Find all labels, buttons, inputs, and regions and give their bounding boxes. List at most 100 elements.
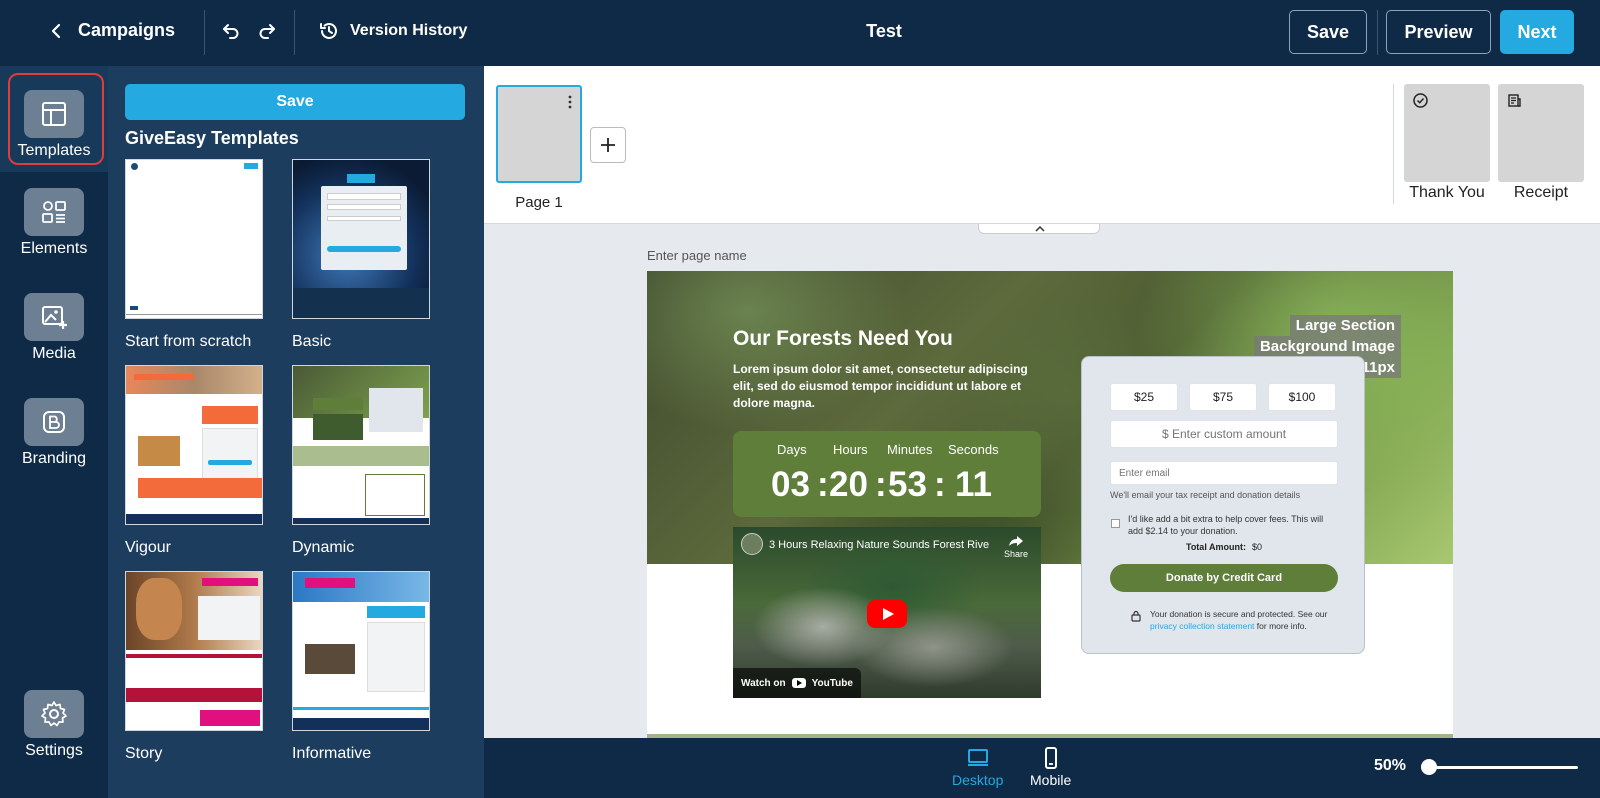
share-label: Share xyxy=(1003,549,1029,559)
template-thumbnail xyxy=(292,159,430,319)
youtube-icon xyxy=(791,678,806,688)
template-card-informative[interactable]: Informative xyxy=(292,571,430,763)
amount-option-25[interactable]: $25 xyxy=(1110,383,1178,411)
countdown-sep: : xyxy=(934,465,946,504)
history-icon xyxy=(320,22,337,39)
editor-canvas: Enter page name Our Forests Need You Lor… xyxy=(484,224,1600,738)
donate-credit-card-button[interactable]: Donate by Credit Card xyxy=(1110,564,1338,592)
video-embed[interactable]: 3 Hours Relaxing Nature Sounds Forest Ri… xyxy=(733,527,1041,698)
rail-item-label: Templates xyxy=(17,142,91,159)
divider xyxy=(294,10,295,55)
countdown-label: Minutes xyxy=(887,442,933,457)
template-name: Dynamic xyxy=(292,539,355,556)
share-button[interactable]: Share xyxy=(1003,535,1029,559)
template-thumbnail xyxy=(125,365,263,525)
template-card-basic[interactable]: Basic xyxy=(292,159,430,351)
elements-icon xyxy=(24,188,84,236)
expand-pages-handle[interactable] xyxy=(978,224,1100,234)
mobile-label: Mobile xyxy=(1030,772,1072,788)
amount-option-75[interactable]: $75 xyxy=(1189,383,1257,411)
top-bar: Campaigns Version History Test Save Prev… xyxy=(0,0,1600,66)
desktop-label: Desktop xyxy=(952,772,1004,788)
countdown-days: 03 xyxy=(771,465,810,504)
zoom-slider-track[interactable] xyxy=(1422,766,1578,769)
countdown-seconds: 11 xyxy=(955,465,992,504)
countdown-label: Days xyxy=(777,442,807,457)
countdown-timer[interactable]: Days Hours Minutes Seconds 03 : 20 : 53 … xyxy=(733,431,1041,517)
desktop-view-button[interactable]: Desktop xyxy=(952,746,1003,788)
thank-you-page-thumbnail[interactable] xyxy=(1404,84,1490,182)
back-to-campaigns[interactable]: Campaigns xyxy=(46,20,175,41)
email-input[interactable] xyxy=(1110,461,1338,485)
badge-line: Large Section xyxy=(1289,315,1401,336)
chevron-up-icon xyxy=(1035,225,1045,232)
share-icon xyxy=(1009,536,1023,546)
channel-avatar xyxy=(741,533,763,555)
play-button[interactable] xyxy=(867,600,907,628)
custom-amount-input[interactable] xyxy=(1110,420,1338,448)
save-button[interactable]: Save xyxy=(1289,10,1367,54)
receipt-icon xyxy=(1508,94,1521,107)
rail-item-media[interactable]: Media xyxy=(0,293,108,363)
redo-icon[interactable] xyxy=(256,20,278,42)
version-history-button[interactable]: Version History xyxy=(318,20,467,42)
template-name: Basic xyxy=(292,333,332,350)
undo-icon[interactable] xyxy=(220,20,242,42)
lock-icon xyxy=(1131,610,1141,622)
badge-line: Background Image xyxy=(1253,336,1401,357)
rail-item-label: Media xyxy=(32,345,76,362)
template-card-vigour[interactable]: Vigour xyxy=(125,365,263,557)
hero-text[interactable]: Lorem ipsum dolor sit amet, consectetur … xyxy=(733,361,1033,412)
bottom-bar: Desktop Mobile 50% xyxy=(484,738,1600,798)
template-card-dynamic[interactable]: Dynamic xyxy=(292,365,430,557)
hero-title[interactable]: Our Forests Need You xyxy=(733,327,953,351)
template-thumbnail xyxy=(125,571,263,731)
template-name: Story xyxy=(125,745,163,762)
branding-icon xyxy=(24,398,84,446)
template-name: Vigour xyxy=(125,539,171,556)
zoom-level: 50% xyxy=(1374,757,1407,774)
watch-on-youtube[interactable]: Watch on YouTube xyxy=(733,668,861,698)
rail-item-label: Settings xyxy=(25,742,83,759)
video-title[interactable]: 3 Hours Relaxing Nature Sounds Forest Ri… xyxy=(769,539,989,551)
receipt-page-thumbnail[interactable] xyxy=(1498,84,1584,182)
countdown-minutes: 53 xyxy=(888,465,927,504)
panel-save-button[interactable]: Save xyxy=(125,84,465,120)
privacy-link[interactable]: privacy collection statement xyxy=(1150,621,1254,631)
zoom-slider-thumb[interactable] xyxy=(1421,759,1437,775)
total-label: Total Amount: xyxy=(1185,542,1246,552)
rail-item-templates[interactable]: Templates xyxy=(0,90,108,160)
rail-item-elements[interactable]: Elements xyxy=(0,188,108,258)
more-vertical-icon[interactable] xyxy=(568,95,572,109)
template-card-scratch[interactable]: Start from scratch xyxy=(125,159,263,351)
image-add-icon xyxy=(24,293,84,341)
rail-item-settings[interactable]: Settings xyxy=(0,690,108,760)
next-button[interactable]: Next xyxy=(1500,10,1574,54)
cover-fees-label: I'd like add a bit extra to help cover f… xyxy=(1128,514,1324,536)
countdown-sep: : xyxy=(817,465,829,504)
template-card-story[interactable]: Story xyxy=(125,571,263,763)
cover-fees-checkbox[interactable] xyxy=(1111,519,1120,528)
page-name-input[interactable]: Enter page name xyxy=(647,248,747,263)
countdown-hours: 20 xyxy=(829,465,868,504)
template-thumbnail xyxy=(125,159,263,319)
add-page-button[interactable] xyxy=(590,127,626,163)
divider xyxy=(204,10,205,55)
secure-suffix: for more info. xyxy=(1256,621,1307,631)
countdown-label: Hours xyxy=(833,442,868,457)
countdown-label: Seconds xyxy=(948,442,999,457)
mobile-icon xyxy=(1044,747,1057,769)
countdown-sep: : xyxy=(875,465,887,504)
page-thumbnail[interactable] xyxy=(496,85,582,183)
secure-note: Your donation is secure and protected. S… xyxy=(1150,608,1350,632)
amount-option-100[interactable]: $100 xyxy=(1268,383,1336,411)
total-value: $0 xyxy=(1251,542,1262,552)
layout-icon xyxy=(24,90,84,138)
rail-item-branding[interactable]: Branding xyxy=(0,398,108,468)
preview-button[interactable]: Preview xyxy=(1386,10,1491,54)
secure-text: Your donation is secure and protected. S… xyxy=(1150,609,1328,619)
mobile-view-button[interactable]: Mobile xyxy=(1030,746,1071,788)
chevron-left-icon xyxy=(51,23,61,38)
templates-panel: Save GiveEasy Templates Start from scrat… xyxy=(108,66,484,798)
template-name: Start from scratch xyxy=(125,333,252,350)
